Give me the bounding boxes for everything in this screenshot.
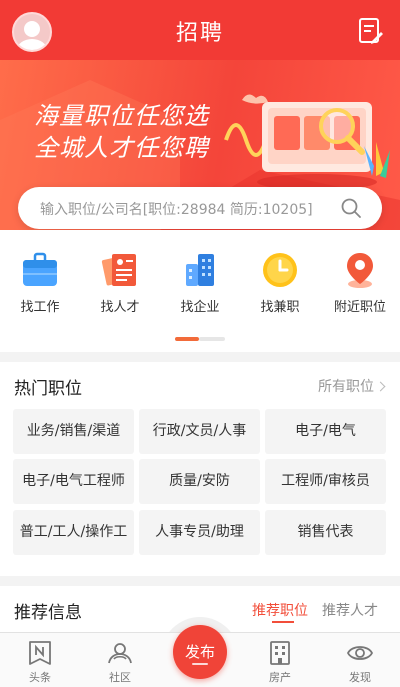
publish-label: 发布 bbox=[184, 643, 215, 661]
tab-recommended-jobs[interactable]: 推荐职位 bbox=[252, 600, 308, 620]
quick-links-panel: 找工作 找人才 找企业 找兼职 附近职位 bbox=[0, 230, 400, 352]
quick-link-label: 找工作 bbox=[20, 300, 60, 315]
news-icon bbox=[29, 641, 51, 665]
chevron-right-icon bbox=[375, 381, 386, 392]
hot-job-item[interactable]: 人事专员/助理 bbox=[139, 510, 260, 555]
tabbar-label: 发现 bbox=[349, 671, 371, 684]
hot-job-item[interactable]: 质量/安防 bbox=[139, 459, 260, 504]
edit-resume-icon[interactable] bbox=[358, 17, 384, 45]
hot-job-item[interactable]: 工程师/审核员 bbox=[265, 459, 386, 504]
resume-magnifier-illustration bbox=[224, 94, 390, 190]
top-header: 招聘 bbox=[0, 0, 400, 60]
publish-underline bbox=[192, 663, 208, 665]
tabbar-label: 房产 bbox=[269, 671, 291, 684]
building-icon bbox=[186, 254, 214, 286]
search-input[interactable]: 输入职位/公司名[职位:28984 简历:10205] bbox=[40, 199, 313, 219]
quick-link-part-time[interactable]: 找兼职 bbox=[240, 250, 320, 320]
quick-link-label: 附近职位 bbox=[333, 300, 386, 315]
active-tab-indicator bbox=[272, 621, 294, 623]
hot-job-item[interactable]: 销售代表 bbox=[265, 510, 386, 555]
quick-link-find-job[interactable]: 找工作 bbox=[0, 250, 80, 320]
page-indicator-active bbox=[175, 337, 199, 341]
quick-link-find-talent[interactable]: 找人才 bbox=[80, 250, 160, 320]
resume-icon bbox=[101, 254, 136, 286]
quick-link-nearby-jobs[interactable]: 附近职位 bbox=[320, 250, 400, 320]
building-icon bbox=[270, 641, 290, 665]
tabbar-item-discover[interactable]: 发现 bbox=[330, 639, 390, 687]
search-bar[interactable]: 输入职位/公司名[职位:28984 简历:10205] bbox=[18, 187, 382, 229]
eye-icon bbox=[346, 646, 374, 660]
briefcase-icon bbox=[23, 252, 57, 286]
hot-job-item[interactable]: 电子/电气 bbox=[265, 409, 386, 454]
banner-headline-2: 全城人才任您聘 bbox=[34, 134, 209, 162]
hot-jobs-title: 热门职位 bbox=[14, 379, 82, 399]
recommend-title: 推荐信息 bbox=[14, 603, 82, 623]
tabbar-label: 社区 bbox=[109, 671, 131, 684]
banner-headline-1: 海量职位任您选 bbox=[34, 102, 209, 130]
hot-job-item[interactable]: 电子/电气工程师 bbox=[13, 459, 134, 504]
hot-job-item[interactable]: 业务/销售/渠道 bbox=[13, 409, 134, 454]
quick-link-label: 找企业 bbox=[180, 300, 220, 315]
all-jobs-link[interactable]: 所有职位 bbox=[318, 376, 386, 396]
page-title: 招聘 bbox=[175, 21, 224, 46]
quick-link-label: 找人才 bbox=[100, 300, 140, 315]
community-icon bbox=[108, 643, 132, 664]
tab-recommended-talent[interactable]: 推荐人才 bbox=[322, 600, 378, 620]
quick-link-label: 找兼职 bbox=[260, 300, 300, 315]
clock-icon bbox=[263, 253, 297, 287]
hot-job-item[interactable]: 普工/工人/操作工 bbox=[13, 510, 134, 555]
publish-button[interactable]: 发布 bbox=[173, 625, 227, 679]
search-icon[interactable] bbox=[340, 197, 362, 219]
carousel-page-indicator bbox=[175, 337, 225, 341]
tabbar-label: 头条 bbox=[29, 671, 51, 684]
page-indicator-inactive bbox=[199, 337, 225, 341]
tabbar-item-property[interactable]: 房产 bbox=[250, 639, 310, 687]
tabbar-item-news[interactable]: 头条 bbox=[10, 639, 70, 687]
location-pin-icon bbox=[347, 253, 373, 288]
hot-jobs-section: 热门职位 所有职位 业务/销售/渠道 行政/文员/人事 电子/电气 电子/电气工… bbox=[0, 362, 400, 576]
tabbar-item-community[interactable]: 社区 bbox=[90, 639, 150, 687]
all-jobs-label: 所有职位 bbox=[318, 379, 374, 395]
quick-link-find-company[interactable]: 找企业 bbox=[160, 250, 240, 320]
hot-job-item[interactable]: 行政/文员/人事 bbox=[139, 409, 260, 454]
